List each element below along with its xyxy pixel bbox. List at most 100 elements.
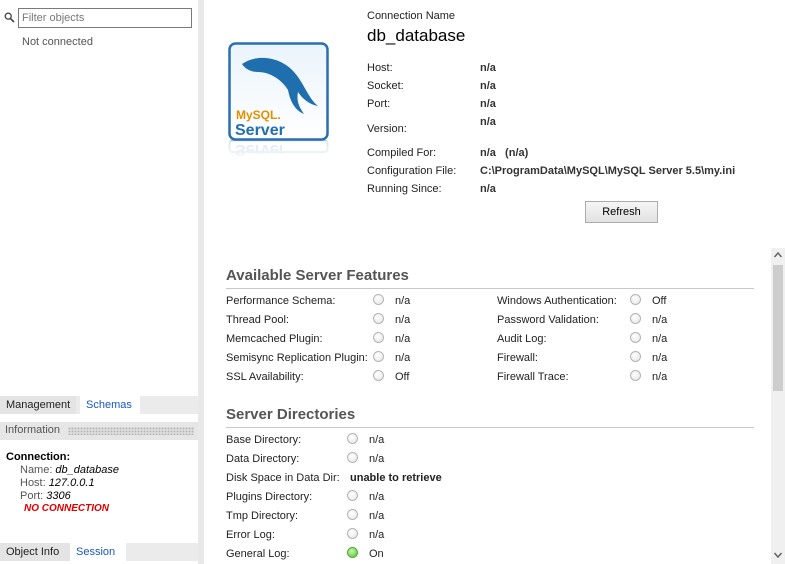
version-value: n/a xyxy=(480,116,496,128)
directories-divider xyxy=(226,427,754,428)
info-host-value: 127.0.0.1 xyxy=(48,477,95,489)
running-since-label: Running Since: xyxy=(367,183,442,195)
tmp-dir-indicator xyxy=(347,509,358,520)
navigator-tabs: Management Schemas xyxy=(0,396,198,414)
firewall-trace-label: Firewall Trace: xyxy=(497,371,569,383)
port-label: Port: xyxy=(367,98,391,110)
data-dir-indicator xyxy=(347,452,358,463)
svg-text:MySQL.: MySQL. xyxy=(236,108,281,122)
filter-row xyxy=(0,7,198,29)
info-host-label: Host: xyxy=(20,477,46,489)
compiled-for-label: Compiled For: xyxy=(367,147,437,159)
connection-name: db_database xyxy=(367,26,466,45)
ssl-value: Off xyxy=(395,371,410,383)
windows-auth-indicator xyxy=(630,294,641,305)
directories-section-title: Server Directories xyxy=(226,406,356,423)
error-log-indicator xyxy=(347,528,358,539)
tab-object-info[interactable]: Object Info xyxy=(0,543,70,561)
perf-schema-value: n/a xyxy=(395,295,411,307)
disk-space-label: Disk Space in Data Dir: xyxy=(226,472,340,484)
data-dir-value: n/a xyxy=(369,453,385,465)
port-value: n/a xyxy=(480,98,496,110)
ssl-indicator xyxy=(373,370,384,381)
navigator-sidebar: Not connected Management Schemas Informa… xyxy=(0,0,198,564)
thread-pool-indicator xyxy=(373,313,384,324)
features-section-title: Available Server Features xyxy=(226,267,409,284)
password-validation-value: n/a xyxy=(652,314,668,326)
ssl-label: SSL Availability: xyxy=(226,371,304,383)
memcached-value: n/a xyxy=(395,333,411,345)
scrollbar-thumb[interactable] xyxy=(773,265,783,391)
information-header-label: Information xyxy=(5,424,61,436)
info-name-value: db_database xyxy=(55,464,120,476)
audit-log-indicator xyxy=(630,332,641,343)
firewall-trace-value: n/a xyxy=(652,371,668,383)
connection-title: Connection: xyxy=(6,451,71,463)
plugins-dir-indicator xyxy=(347,490,358,501)
disk-space-value: unable to retrieve xyxy=(350,472,442,484)
tab-schemas[interactable]: Schemas xyxy=(80,396,140,414)
base-dir-value: n/a xyxy=(369,434,385,446)
filter-objects-input[interactable] xyxy=(18,8,192,28)
windows-auth-value: Off xyxy=(652,295,667,307)
perf-schema-label: Performance Schema: xyxy=(226,295,336,307)
tmp-dir-label: Tmp Directory: xyxy=(226,510,299,522)
host-value: n/a xyxy=(480,62,496,74)
firewall-trace-indicator xyxy=(630,370,641,381)
semisync-label: Semisync Replication Plugin: xyxy=(226,352,368,364)
mysql-server-logo: MySQL. Server Server xyxy=(228,42,329,166)
socket-value: n/a xyxy=(480,80,496,92)
info-host-line: Host: 127.0.0.1 xyxy=(20,477,95,489)
connection-name-label: Connection Name xyxy=(367,10,456,22)
firewall-value: n/a xyxy=(652,352,668,364)
password-validation-label: Password Validation: xyxy=(497,314,599,326)
windows-auth-label: Windows Authentication: xyxy=(497,295,617,307)
info-name-line: Name: db_database xyxy=(20,464,119,476)
semisync-indicator xyxy=(373,351,384,362)
perf-schema-indicator xyxy=(373,294,384,305)
base-dir-label: Base Directory: xyxy=(226,434,302,446)
audit-log-label: Audit Log: xyxy=(497,333,547,345)
data-dir-label: Data Directory: xyxy=(226,453,300,465)
thread-pool-value: n/a xyxy=(395,314,411,326)
config-file-label: Configuration File: xyxy=(367,165,457,177)
no-connection-status: NO CONNECTION xyxy=(24,503,109,514)
compiled-for-value: n/a (n/a) xyxy=(480,147,529,159)
refresh-button[interactable]: Refresh xyxy=(585,201,658,223)
config-file-value: C:\ProgramData\MySQL\MySQL Server 5.5\my… xyxy=(480,165,736,177)
info-port-label: Port: xyxy=(20,490,44,502)
firewall-label: Firewall: xyxy=(497,352,538,364)
password-validation-indicator xyxy=(630,313,641,324)
thread-pool-label: Thread Pool: xyxy=(226,314,289,326)
information-panel: Connection: Name: db_database Host: 127.0.… xyxy=(0,441,198,541)
scroll-up-arrow-icon[interactable] xyxy=(771,248,785,262)
plugins-dir-value: n/a xyxy=(369,491,385,503)
general-log-indicator xyxy=(347,547,358,558)
scroll-down-arrow-icon[interactable] xyxy=(771,548,785,562)
general-log-label: General Log: xyxy=(226,548,290,560)
tab-session[interactable]: Session xyxy=(70,543,126,561)
memcached-label: Memcached Plugin: xyxy=(226,333,323,345)
svg-text:Server: Server xyxy=(235,122,285,139)
vertical-scrollbar[interactable] xyxy=(771,248,785,564)
features-divider xyxy=(226,288,754,289)
semisync-value: n/a xyxy=(395,352,411,364)
info-name-label: Name: xyxy=(20,464,53,476)
info-port-value: 3306 xyxy=(46,490,71,502)
tab-management[interactable]: Management xyxy=(0,396,76,414)
info-tabs: Object Info Session xyxy=(0,543,198,561)
panel-grip[interactable] xyxy=(68,427,194,435)
server-status-panel: MySQL. Server Server Connection Name db_… xyxy=(204,0,785,564)
host-label: Host: xyxy=(367,62,393,74)
firewall-indicator xyxy=(630,351,641,362)
information-panel-header: Information xyxy=(0,422,198,440)
base-dir-indicator xyxy=(347,433,358,444)
socket-label: Socket: xyxy=(367,80,404,92)
error-log-label: Error Log: xyxy=(226,529,275,541)
error-log-value: n/a xyxy=(369,529,385,541)
plugins-dir-label: Plugins Directory: xyxy=(226,491,313,503)
memcached-indicator xyxy=(373,332,384,343)
general-log-value: On xyxy=(369,548,384,560)
audit-log-value: n/a xyxy=(652,333,668,345)
connection-status-text: Not connected xyxy=(22,36,93,48)
